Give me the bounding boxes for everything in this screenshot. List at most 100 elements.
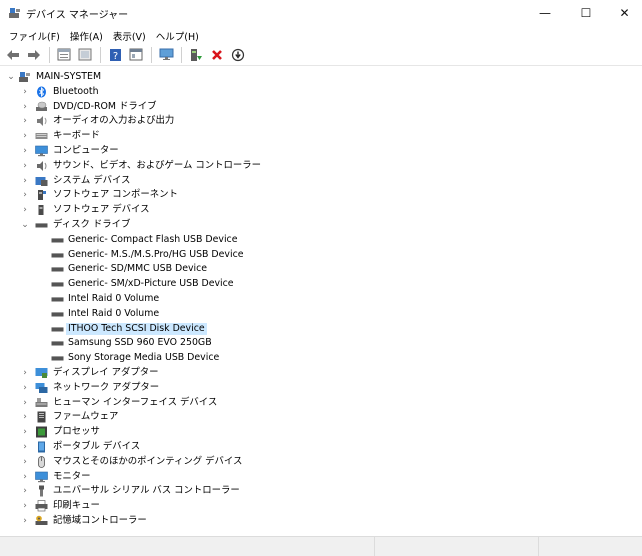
expand-arrow-icon[interactable]: › xyxy=(20,515,30,527)
menu-help[interactable]: ヘルプ(H) xyxy=(151,26,204,44)
tree-item-software-devices[interactable]: › ソフトウェア デバイス xyxy=(0,203,400,218)
disk-drive-icon xyxy=(35,223,48,228)
disk-device-label: Samsung SSD 960 EVO 250GB xyxy=(68,337,212,349)
menu-action[interactable]: 操作(A) xyxy=(65,26,108,44)
firmware-icon xyxy=(37,411,46,423)
expand-arrow-icon[interactable]: › xyxy=(20,145,30,157)
expand-arrow-icon[interactable]: › xyxy=(20,204,30,216)
tree-item-display-adapters[interactable]: › ディスプレイ アダプター xyxy=(0,366,400,381)
maximize-button[interactable]: ☐ xyxy=(566,0,606,26)
update-driver-button[interactable] xyxy=(187,46,205,64)
disk-device-item[interactable]: Generic- Compact Flash USB Device xyxy=(0,233,400,248)
tree-item-label: ヒューマン インターフェイス デバイス xyxy=(53,396,218,408)
disk-device-item[interactable]: Samsung SSD 960 EVO 250GB xyxy=(0,336,400,351)
back-icon xyxy=(7,49,19,60)
disk-device-item[interactable]: Generic- SD/MMC USB Device xyxy=(0,262,400,277)
show-hide-button[interactable] xyxy=(76,46,94,64)
tree-item-hid[interactable]: › ヒューマン インターフェイス デバイス xyxy=(0,396,400,411)
tree-item-processors[interactable]: › プロセッサ xyxy=(0,425,400,440)
printer-icon xyxy=(35,500,48,512)
disk-device-item[interactable]: Intel Raid 0 Volume xyxy=(0,292,400,307)
help-button[interactable]: ? xyxy=(106,46,124,64)
expand-arrow-icon[interactable]: › xyxy=(20,485,30,497)
expand-arrow-icon[interactable]: › xyxy=(20,101,30,113)
menu-view[interactable]: 表示(V) xyxy=(108,26,151,44)
tree-item-network-adapters[interactable]: › ネットワーク アダプター xyxy=(0,381,400,396)
tree-root[interactable]: ⌄ MAIN-SYSTEM xyxy=(0,70,400,85)
tree-item-software-components[interactable]: › ソフトウェア コンポーネント xyxy=(0,188,400,203)
tree-item-sound[interactable]: › サウンド、ビデオ、およびゲーム コントローラー xyxy=(0,159,400,174)
expand-arrow-icon[interactable]: › xyxy=(20,500,30,512)
disk-device-label: Intel Raid 0 Volume xyxy=(68,307,160,319)
tree-item-dvd-drive[interactable]: › DVD/CD-ROM ドライブ xyxy=(0,100,400,115)
keyboard-icon xyxy=(35,133,48,140)
tree-item-keyboard[interactable]: › キーボード xyxy=(0,129,400,144)
close-button[interactable]: ✕ xyxy=(607,0,642,26)
back-button[interactable] xyxy=(4,46,22,64)
show-hide-icon xyxy=(78,48,92,61)
view-icon xyxy=(129,48,143,61)
monitor-button[interactable] xyxy=(157,46,175,64)
tree-item-label: ディスプレイ アダプター xyxy=(53,367,159,378)
collapse-arrow-icon[interactable]: ⌄ xyxy=(6,71,16,83)
tree-item-disk-drives[interactable]: ⌄ ディスク ドライブ xyxy=(0,218,400,233)
disk-device-item[interactable]: Generic- M.S./M.S.Pro/HG USB Device xyxy=(0,248,400,263)
expand-arrow-icon[interactable]: › xyxy=(20,471,30,483)
device-tree[interactable]: ⌄ MAIN-SYSTEM › Bluetooth › DVD/CD-ROM ド… xyxy=(0,67,642,536)
tree-item-label: ネットワーク アダプター xyxy=(53,381,160,393)
tree-item-monitors[interactable]: › モニター xyxy=(0,470,400,485)
tree-item-portable-devices[interactable]: › ポータブル デバイス xyxy=(0,440,400,455)
expand-arrow-icon[interactable]: › xyxy=(20,441,30,453)
expand-arrow-icon[interactable]: › xyxy=(20,456,30,468)
tree-item-computer[interactable]: › コンピューター xyxy=(0,144,400,159)
expand-arrow-icon[interactable]: › xyxy=(20,115,30,127)
forward-button[interactable] xyxy=(25,46,43,64)
expand-arrow-icon[interactable]: › xyxy=(20,426,30,438)
disk-device-item[interactable]: Sony Storage Media USB Device xyxy=(0,351,400,366)
disk-device-item-selected[interactable]: ITHOO Tech SCSI Disk Device xyxy=(0,322,400,337)
disk-device-label: Generic- M.S./M.S.Pro/HG USB Device xyxy=(68,248,244,260)
properties-button[interactable] xyxy=(55,46,73,64)
svg-text:?: ? xyxy=(112,51,117,62)
tree-item-audio[interactable]: › オーディオの入力および出力 xyxy=(0,114,400,129)
disk-drive-icon xyxy=(51,341,64,346)
menu-bar: ファイル(F) 操作(A) 表示(V) ヘルプ(H) xyxy=(0,26,642,44)
tree-item-mice[interactable]: › マウスとそのほかのポインティング デバイス xyxy=(0,455,400,470)
uninstall-button[interactable] xyxy=(208,46,226,64)
tree-item-label: ソフトウェア デバイス xyxy=(53,204,150,216)
tree-item-system-devices[interactable]: › システム デバイス xyxy=(0,174,400,189)
expand-arrow-icon[interactable]: › xyxy=(20,382,30,394)
tree-item-firmware[interactable]: › ファームウェア xyxy=(0,410,400,425)
disk-drive-icon xyxy=(51,237,64,243)
tree-item-storage-controllers[interactable]: › 記憶域コントローラー xyxy=(0,514,400,529)
disk-drive-icon xyxy=(51,282,64,287)
tree-item-bluetooth[interactable]: › Bluetooth xyxy=(0,85,400,100)
expand-arrow-icon[interactable]: › xyxy=(20,189,30,201)
disk-drive-icon xyxy=(51,356,64,361)
tree-item-label: コンピューター xyxy=(53,145,119,156)
disk-device-item[interactable]: Intel Raid 0 Volume xyxy=(0,307,400,322)
disk-device-label: ITHOO Tech SCSI Disk Device xyxy=(66,322,207,335)
tree-item-print-queues[interactable]: › 印刷キュー xyxy=(0,499,400,514)
usb-icon xyxy=(39,485,44,497)
expand-arrow-icon[interactable]: › xyxy=(20,397,30,409)
menu-file[interactable]: ファイル(F) xyxy=(4,26,65,44)
processor-icon xyxy=(36,426,47,438)
collapse-arrow-icon[interactable]: ⌄ xyxy=(20,219,30,231)
expand-arrow-icon[interactable]: › xyxy=(20,160,30,172)
expand-arrow-icon[interactable]: › xyxy=(20,86,30,98)
toolbar-separator xyxy=(151,46,152,63)
tree-item-usb-controllers[interactable]: › ユニバーサル シリアル バス コントローラー xyxy=(0,484,400,499)
monitor-icon xyxy=(35,471,48,482)
expand-arrow-icon[interactable]: › xyxy=(20,175,30,187)
view-button[interactable] xyxy=(127,46,145,64)
expand-arrow-icon[interactable]: › xyxy=(20,367,30,379)
help-icon: ? xyxy=(109,48,121,62)
disk-device-item[interactable]: Generic- SM/xD-Picture USB Device xyxy=(0,277,400,292)
minimize-button[interactable]: — xyxy=(525,0,565,26)
expand-arrow-icon[interactable]: › xyxy=(20,411,30,423)
tree-item-label: Bluetooth xyxy=(53,85,99,97)
scan-hardware-button[interactable] xyxy=(229,46,247,64)
tree-item-label: 記憶域コントローラー xyxy=(53,515,147,526)
expand-arrow-icon[interactable]: › xyxy=(20,130,30,142)
